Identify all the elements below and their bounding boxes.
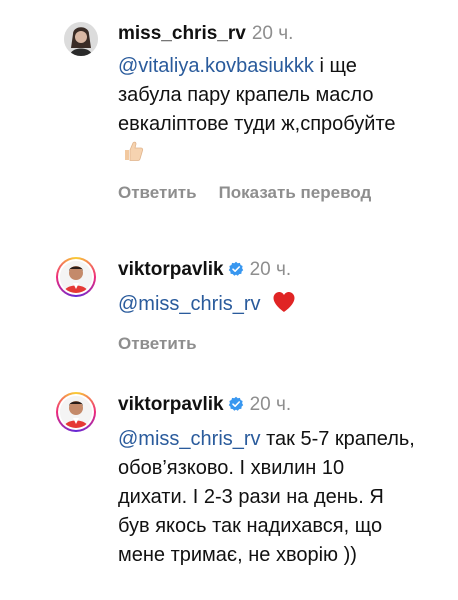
username-link[interactable]: miss_chris_rv — [118, 23, 246, 44]
thumbs-up-icon — [122, 140, 144, 171]
user-photo-icon — [60, 261, 92, 293]
comment-header: viktorpavlik 20 ч. — [118, 393, 448, 419]
avatar[interactable] — [56, 257, 96, 297]
comment-header: viktorpavlik 20 ч. — [118, 258, 448, 284]
mention-link[interactable]: @miss_chris_rv — [118, 428, 261, 450]
comment-body: viktorpavlik 20 ч. @miss_chris_rv так 5-7… — [118, 393, 448, 570]
mention-link[interactable]: @miss_chris_rv — [118, 293, 261, 315]
reply-button[interactable]: Ответить — [118, 183, 197, 202]
translate-button[interactable]: Показать перевод — [219, 183, 372, 202]
comment-time: 20 ч. — [249, 394, 292, 415]
comment-body: viktorpavlik 20 ч. @miss_chris_rv Ответит… — [118, 258, 448, 354]
mention-link[interactable]: @vitaliya.kovbasiukkk — [118, 55, 314, 77]
username-link[interactable]: viktorpavlik — [118, 259, 224, 280]
comment-time: 20 ч. — [249, 259, 292, 280]
comment-actions: Ответить Показать перевод — [118, 183, 448, 203]
comment-message — [261, 293, 267, 315]
comment-text: @vitaliya.kovbasiukkk і ще забула пару к… — [118, 52, 418, 171]
username-link[interactable]: viktorpavlik — [118, 394, 224, 415]
verified-badge-icon — [228, 395, 244, 419]
red-heart-icon — [272, 291, 296, 322]
comment-header: miss_chris_rv 20 ч. — [118, 22, 448, 46]
verified-badge-icon — [228, 260, 244, 284]
reply-button[interactable]: Ответить — [118, 334, 197, 353]
user-photo-icon — [60, 396, 92, 428]
comment-text: @miss_chris_rv так 5-7 крапель, обов’язк… — [118, 425, 418, 570]
comment-time: 20 ч. — [251, 23, 294, 44]
user-photo-icon — [64, 22, 98, 56]
comment-text: @miss_chris_rv — [118, 290, 418, 322]
avatar[interactable] — [56, 392, 96, 432]
comment-actions: Ответить — [118, 334, 448, 354]
avatar[interactable] — [64, 22, 98, 56]
comment-body: miss_chris_rv 20 ч. @vitaliya.kovbasiukkk… — [118, 22, 448, 203]
